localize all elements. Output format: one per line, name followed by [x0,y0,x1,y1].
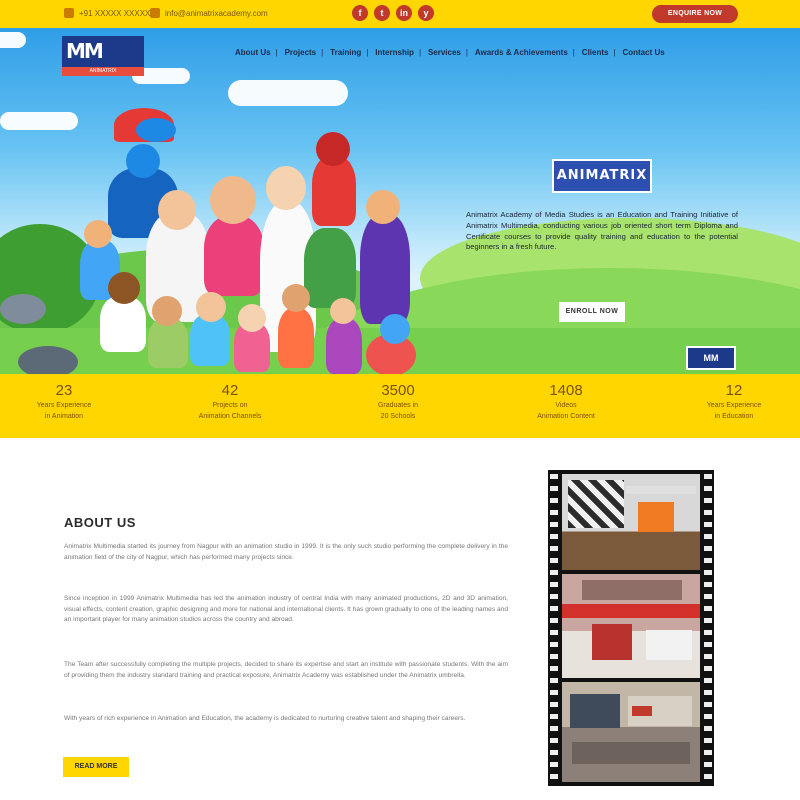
stat-item: 1408 Videos Animation Content [496,382,636,421]
nav-item-contact-us[interactable]: Contact Us [613,48,671,57]
main-nav: About Us Projects Training Internship Se… [228,48,672,57]
stat-label: Animation Content [537,413,595,420]
phone-icon [64,8,74,18]
stat-number: 23 [55,382,73,399]
stat-label: Graduates in [377,402,419,409]
enquire-now-button[interactable]: ENQUIRE NOW [652,5,738,23]
stat-item: 42 Projects on Animation Channels [160,382,300,421]
gallery-photo-classroom[interactable] [562,474,700,570]
about-paragraph: With years of rich experience in Animati… [64,715,466,722]
nav-item-internship[interactable]: Internship [366,48,421,57]
stat-item: 23 Years Experience in Animation [0,382,134,421]
stat-label: Videos [555,402,577,409]
facebook-icon[interactable]: f [352,5,368,21]
gallery-photo-reception[interactable] [562,574,700,678]
nav-item-clients[interactable]: Clients [573,48,616,57]
nav-item-awards[interactable]: Awards & Achievements [466,48,575,57]
film-strip-gallery [548,470,714,786]
enroll-now-button[interactable]: ENROLL NOW [559,302,625,322]
linkedin-icon[interactable]: in [396,5,412,21]
twitter-icon[interactable]: t [374,5,390,21]
animatrix-badge: ANIMATRIX [552,159,652,193]
nav-item-about-us[interactable]: About Us [228,48,278,57]
nav-item-projects[interactable]: Projects [276,48,324,57]
stat-number: 42 [221,382,239,399]
rock [0,294,46,324]
about-paragraph: Animatrix Multimedia started its journey… [64,543,508,561]
read-more-button[interactable]: READ MORE [63,757,129,777]
phone-contact[interactable]: +91 XXXXX XXXXX [64,8,150,18]
nav-item-training[interactable]: Training [321,48,368,57]
logo-subtext: ANIMATRIX [62,67,144,76]
stat-label: Years Experience [36,402,92,409]
partner-logo: MM [686,346,736,370]
cloud [228,80,348,106]
stat-number: 12 [725,382,743,399]
email-text: info@animatrixacademy.com [165,8,268,18]
cloud [0,32,26,48]
top-bar: +91 XXXXX XXXXX info@animatrixacademy.co… [0,0,800,28]
stat-label: in Education [714,413,754,420]
stat-label: in Animation [44,413,84,420]
stat-label: 20 Schools [380,413,416,420]
stat-number: 3500 [381,382,415,399]
hero-banner: ANIMATRIX Animatrix Academy of Media Stu… [0,28,800,374]
film-perforation [704,470,712,786]
social-links: f t in y [352,5,434,21]
about-paragraph: The Team after successfully completing t… [64,661,508,679]
cartoon-characters-illustration [60,108,440,374]
email-icon [150,8,160,18]
logo-mark: MM [66,39,104,63]
stat-label: Projects on [212,402,248,409]
stat-item: 3500 Graduates in 20 Schools [328,382,468,421]
phone-text: +91 XXXXX XXXXX [79,8,151,18]
stats-strip: 23 Years Experience in Animation 42 Proj… [0,374,800,438]
film-perforation [550,470,558,786]
stat-item: 12 Years Experience in Education [664,382,800,421]
gallery-photo-office[interactable] [562,682,700,782]
about-paragraph: Since inception in 1999 Animatrix Multim… [64,595,508,624]
stat-label: Animation Channels [198,413,262,420]
site-logo[interactable]: MM ANIMATRIX [62,36,144,76]
hero-description: Animatrix Academy of Media Studies is an… [466,210,738,252]
about-us-heading: ABOUT US [64,515,136,530]
youtube-icon[interactable]: y [418,5,434,21]
email-contact[interactable]: info@animatrixacademy.com [150,8,268,18]
nav-item-services[interactable]: Services [419,48,468,57]
stat-number: 1408 [549,382,583,399]
stat-label: Years Experience [706,402,762,409]
